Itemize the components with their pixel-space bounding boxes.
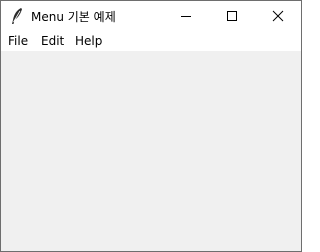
title-bar[interactable]: Menu 기본 예제 <box>1 1 301 31</box>
menu-bar: File Edit Help <box>1 31 301 51</box>
maximize-button[interactable] <box>209 1 255 31</box>
app-window: Menu 기본 예제 File Edit Help <box>0 0 302 252</box>
minimize-icon <box>181 16 191 17</box>
menu-file[interactable]: File <box>8 34 28 48</box>
menu-help[interactable]: Help <box>75 34 102 48</box>
feather-icon <box>9 7 25 25</box>
client-area <box>1 51 301 251</box>
menu-edit[interactable]: Edit <box>41 34 64 48</box>
minimize-button[interactable] <box>163 1 209 31</box>
maximize-icon <box>227 11 237 21</box>
window-title: Menu 기본 예제 <box>31 10 116 24</box>
close-icon <box>272 10 284 22</box>
close-button[interactable] <box>255 1 301 31</box>
